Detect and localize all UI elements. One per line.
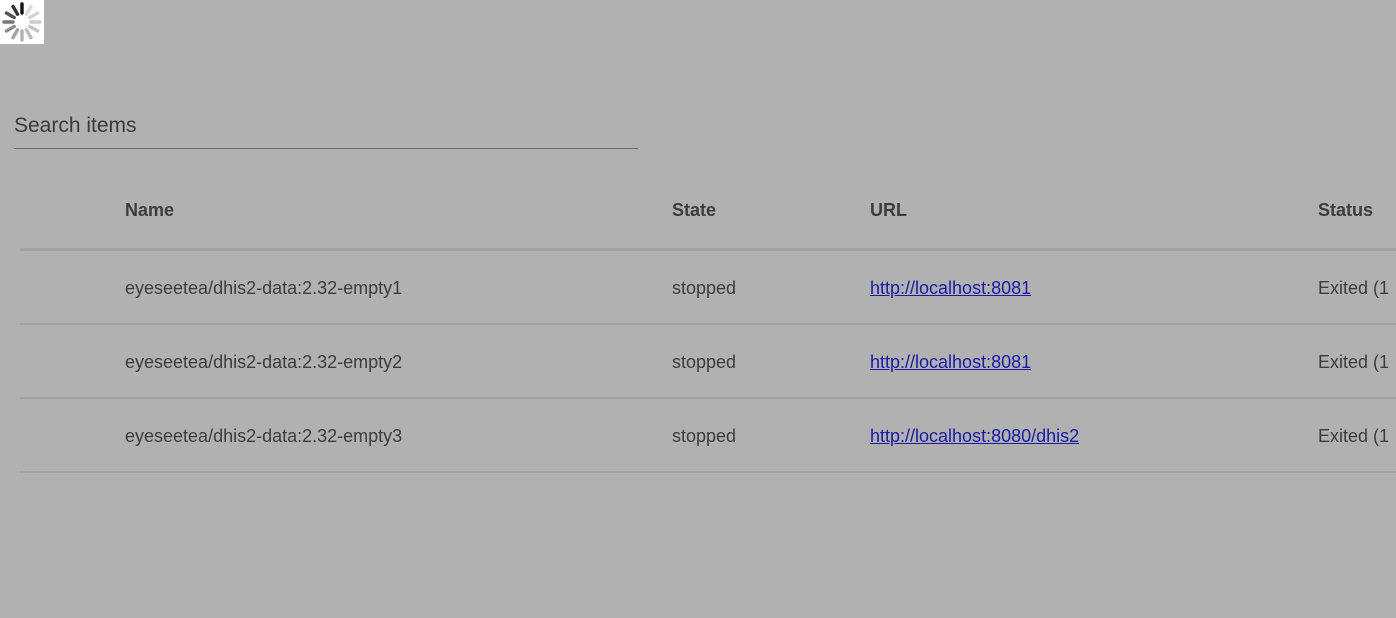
row-url-link[interactable]: http://localhost:8081 bbox=[870, 352, 1031, 372]
row-status: Exited (1 bbox=[1318, 278, 1390, 298]
row-name: eyeseetea/dhis2-data:2.32-empty3 bbox=[125, 426, 403, 446]
search-input[interactable] bbox=[14, 112, 638, 140]
row-state: stopped bbox=[672, 426, 737, 446]
search-field bbox=[14, 104, 638, 149]
loading-spinner-icon bbox=[0, 0, 44, 44]
row-name: eyeseetea/dhis2-data:2.32-empty2 bbox=[125, 352, 403, 372]
row-status: Exited (1 bbox=[1318, 426, 1390, 446]
column-header-url[interactable]: URL bbox=[870, 200, 907, 221]
column-header-status[interactable]: Status bbox=[1318, 200, 1373, 221]
containers-table: Name State URL Status eyeseetea/dhis2-da… bbox=[20, 172, 1396, 473]
row-url-link[interactable]: http://localhost:8080/dhis2 bbox=[870, 426, 1079, 446]
table-row[interactable]: eyeseetea/dhis2-data:2.32-empty2 stopped… bbox=[20, 325, 1396, 399]
table-header: Name State URL Status bbox=[20, 172, 1396, 251]
row-status: Exited (1 bbox=[1318, 352, 1390, 372]
column-header-name[interactable]: Name bbox=[125, 200, 174, 221]
table-row[interactable]: eyeseetea/dhis2-data:2.32-empty3 stopped… bbox=[20, 399, 1396, 473]
row-url-link[interactable]: http://localhost:8081 bbox=[870, 278, 1031, 298]
app-page: Name State URL Status eyeseetea/dhis2-da… bbox=[0, 0, 1396, 618]
row-state: stopped bbox=[672, 352, 737, 372]
table-row[interactable]: eyeseetea/dhis2-data:2.32-empty1 stopped… bbox=[20, 251, 1396, 325]
row-state: stopped bbox=[672, 278, 737, 298]
row-name: eyeseetea/dhis2-data:2.32-empty1 bbox=[125, 278, 403, 298]
column-header-state[interactable]: State bbox=[672, 200, 716, 221]
